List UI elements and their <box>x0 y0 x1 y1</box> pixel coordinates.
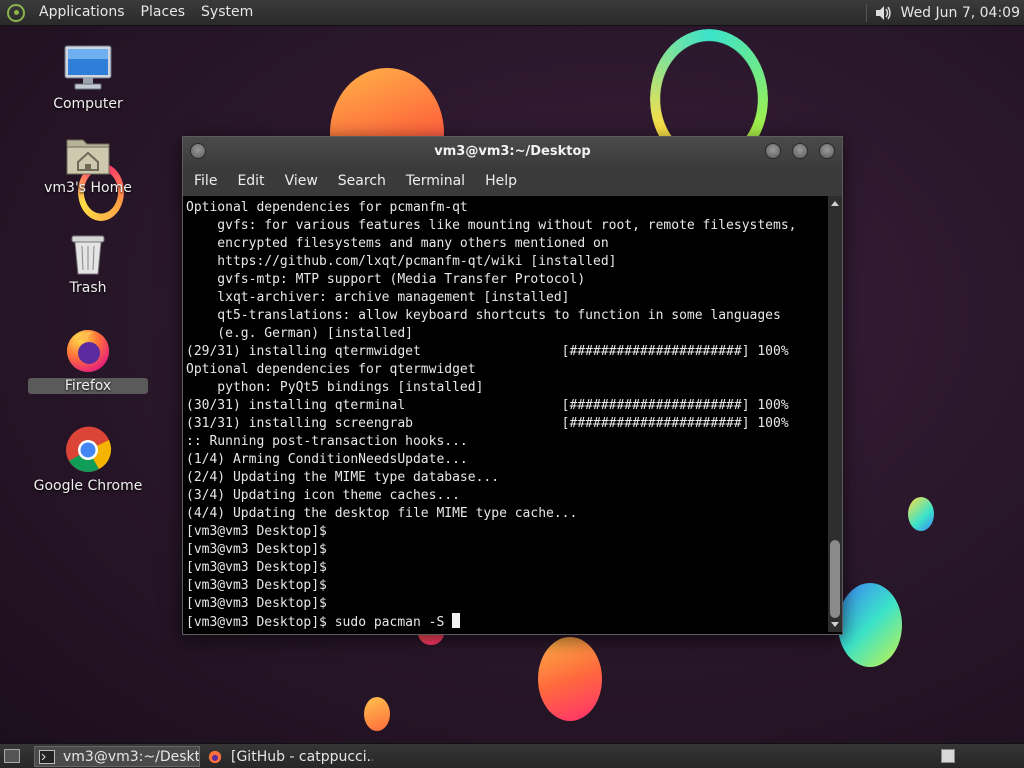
terminal-prompt: [vm3@vm3 Desktop]$ <box>186 615 335 630</box>
volume-icon[interactable] <box>873 3 893 23</box>
terminal-cursor <box>452 613 461 628</box>
terminal-line: [vm3@vm3 Desktop]$ <box>186 596 327 611</box>
menu-help[interactable]: Help <box>475 167 527 196</box>
menu-view[interactable]: View <box>275 167 328 196</box>
scrollbar-thumb[interactable] <box>830 540 840 618</box>
system-menu[interactable]: System <box>193 0 261 25</box>
distro-logo-icon[interactable] <box>7 3 25 22</box>
terminal-line: [vm3@vm3 Desktop]$ <box>186 542 327 557</box>
window-titlebar[interactable]: vm3@vm3:~/Desktop <box>183 137 842 167</box>
terminal-output[interactable]: Optional dependencies for pcmanfm-qt gvf… <box>183 196 827 632</box>
desktop-icon-trash[interactable]: Trash <box>28 228 148 296</box>
terminal-line: Optional dependencies for qtermwidget <box>186 362 476 377</box>
taskbar-item-label: [GitHub - catppucci... <box>231 748 373 765</box>
desktop-icon-firefox[interactable]: Firefox <box>28 326 148 394</box>
desktop-icon-home[interactable]: vm3's Home <box>28 128 148 196</box>
minimize-button[interactable] <box>765 143 781 159</box>
scroll-down-icon[interactable] <box>831 622 839 627</box>
terminal-line: (1/4) Arming ConditionNeedsUpdate... <box>186 452 468 467</box>
desktop-icon-label: vm3's Home <box>44 180 132 196</box>
scroll-up-icon[interactable] <box>831 201 839 206</box>
wallpaper-small-orange-circle <box>364 697 390 731</box>
wallpaper-small-circle <box>908 497 934 531</box>
computer-icon <box>28 44 148 92</box>
wallpaper-green-circle <box>838 583 902 667</box>
desktop-icon-label: Google Chrome <box>33 478 143 494</box>
terminal-line: [vm3@vm3 Desktop]$ <box>186 560 327 575</box>
terminal-line: (4/4) Updating the desktop file MIME typ… <box>186 506 578 521</box>
terminal-prompt-line[interactable]: [vm3@vm3 Desktop]$ sudo pacman -S <box>186 613 827 631</box>
desktop-icon-label: Computer <box>53 96 123 112</box>
terminal-line: [vm3@vm3 Desktop]$ <box>186 524 327 539</box>
terminal-line: lxqt-archiver: archive management [insta… <box>186 290 570 305</box>
show-desktop-icon[interactable] <box>4 749 20 763</box>
taskbar-item-firefox[interactable]: [GitHub - catppucci... <box>203 746 373 767</box>
menu-edit[interactable]: Edit <box>227 167 274 196</box>
terminal-menubar: File Edit View Search Terminal Help <box>183 167 842 196</box>
terminal-line: (30/31) installing qterminal [##########… <box>186 398 789 413</box>
trash-icon <box>28 228 148 276</box>
places-menu[interactable]: Places <box>133 0 194 25</box>
bottom-panel: vm3@vm3:~/Desktop [GitHub - catppucci... <box>0 743 1024 768</box>
top-panel: Applications Places System Wed Jun 7, 04… <box>0 0 1024 26</box>
terminal-line: gvfs: for various features like mounting… <box>186 218 797 233</box>
menu-search[interactable]: Search <box>328 167 396 196</box>
workspace-switcher[interactable] <box>941 749 955 763</box>
firefox-icon <box>28 326 148 374</box>
terminal-icon <box>39 749 55 764</box>
terminal-line: encrypted filesystems and many others me… <box>186 236 609 251</box>
firefox-icon <box>208 750 222 763</box>
maximize-button[interactable] <box>792 143 808 159</box>
chrome-icon <box>28 426 148 474</box>
terminal-line: (29/31) installing qtermwidget [########… <box>186 344 789 359</box>
window-title: vm3@vm3:~/Desktop <box>434 144 591 159</box>
desktop-icon-chrome[interactable]: Google Chrome <box>28 426 148 494</box>
applications-menu[interactable]: Applications <box>31 0 133 25</box>
clock[interactable]: Wed Jun 7, 04:09 <box>901 5 1024 21</box>
terminal-line: Optional dependencies for pcmanfm-qt <box>186 200 468 215</box>
desktop-icon-label: Firefox <box>28 378 148 394</box>
close-button[interactable] <box>819 143 835 159</box>
terminal-line: qt5-translations: allow keyboard shortcu… <box>186 308 781 323</box>
panel-separator <box>865 3 867 22</box>
home-folder-icon <box>28 128 148 176</box>
terminal-scrollbar[interactable] <box>828 196 842 632</box>
terminal-input[interactable]: sudo pacman -S <box>335 615 452 630</box>
desktop-icon-computer[interactable]: Computer <box>28 44 148 112</box>
terminal-line: (e.g. German) [installed] <box>186 326 413 341</box>
terminal-line: :: Running post-transaction hooks... <box>186 434 468 449</box>
terminal-window[interactable]: vm3@vm3:~/Desktop File Edit View Search … <box>182 136 843 635</box>
menu-terminal[interactable]: Terminal <box>396 167 475 196</box>
taskbar-item-terminal[interactable]: vm3@vm3:~/Desktop <box>34 746 200 767</box>
terminal-line: (3/4) Updating icon theme caches... <box>186 488 460 503</box>
terminal-line: (31/31) installing screengrab [#########… <box>186 416 789 431</box>
wallpaper-orange-circle-bottom <box>538 637 602 721</box>
terminal-line: python: PyQt5 bindings [installed] <box>186 380 484 395</box>
terminal-line: (2/4) Updating the MIME type database... <box>186 470 500 485</box>
terminal-line: [vm3@vm3 Desktop]$ <box>186 578 327 593</box>
terminal-line: https://github.com/lxqt/pcmanfm-qt/wiki … <box>186 254 617 269</box>
menu-file[interactable]: File <box>183 167 227 196</box>
terminal-line: gvfs-mtp: MTP support (Media Transfer Pr… <box>186 272 586 287</box>
desktop-icon-label: Trash <box>69 280 107 296</box>
taskbar-item-label: vm3@vm3:~/Desktop <box>63 748 200 765</box>
